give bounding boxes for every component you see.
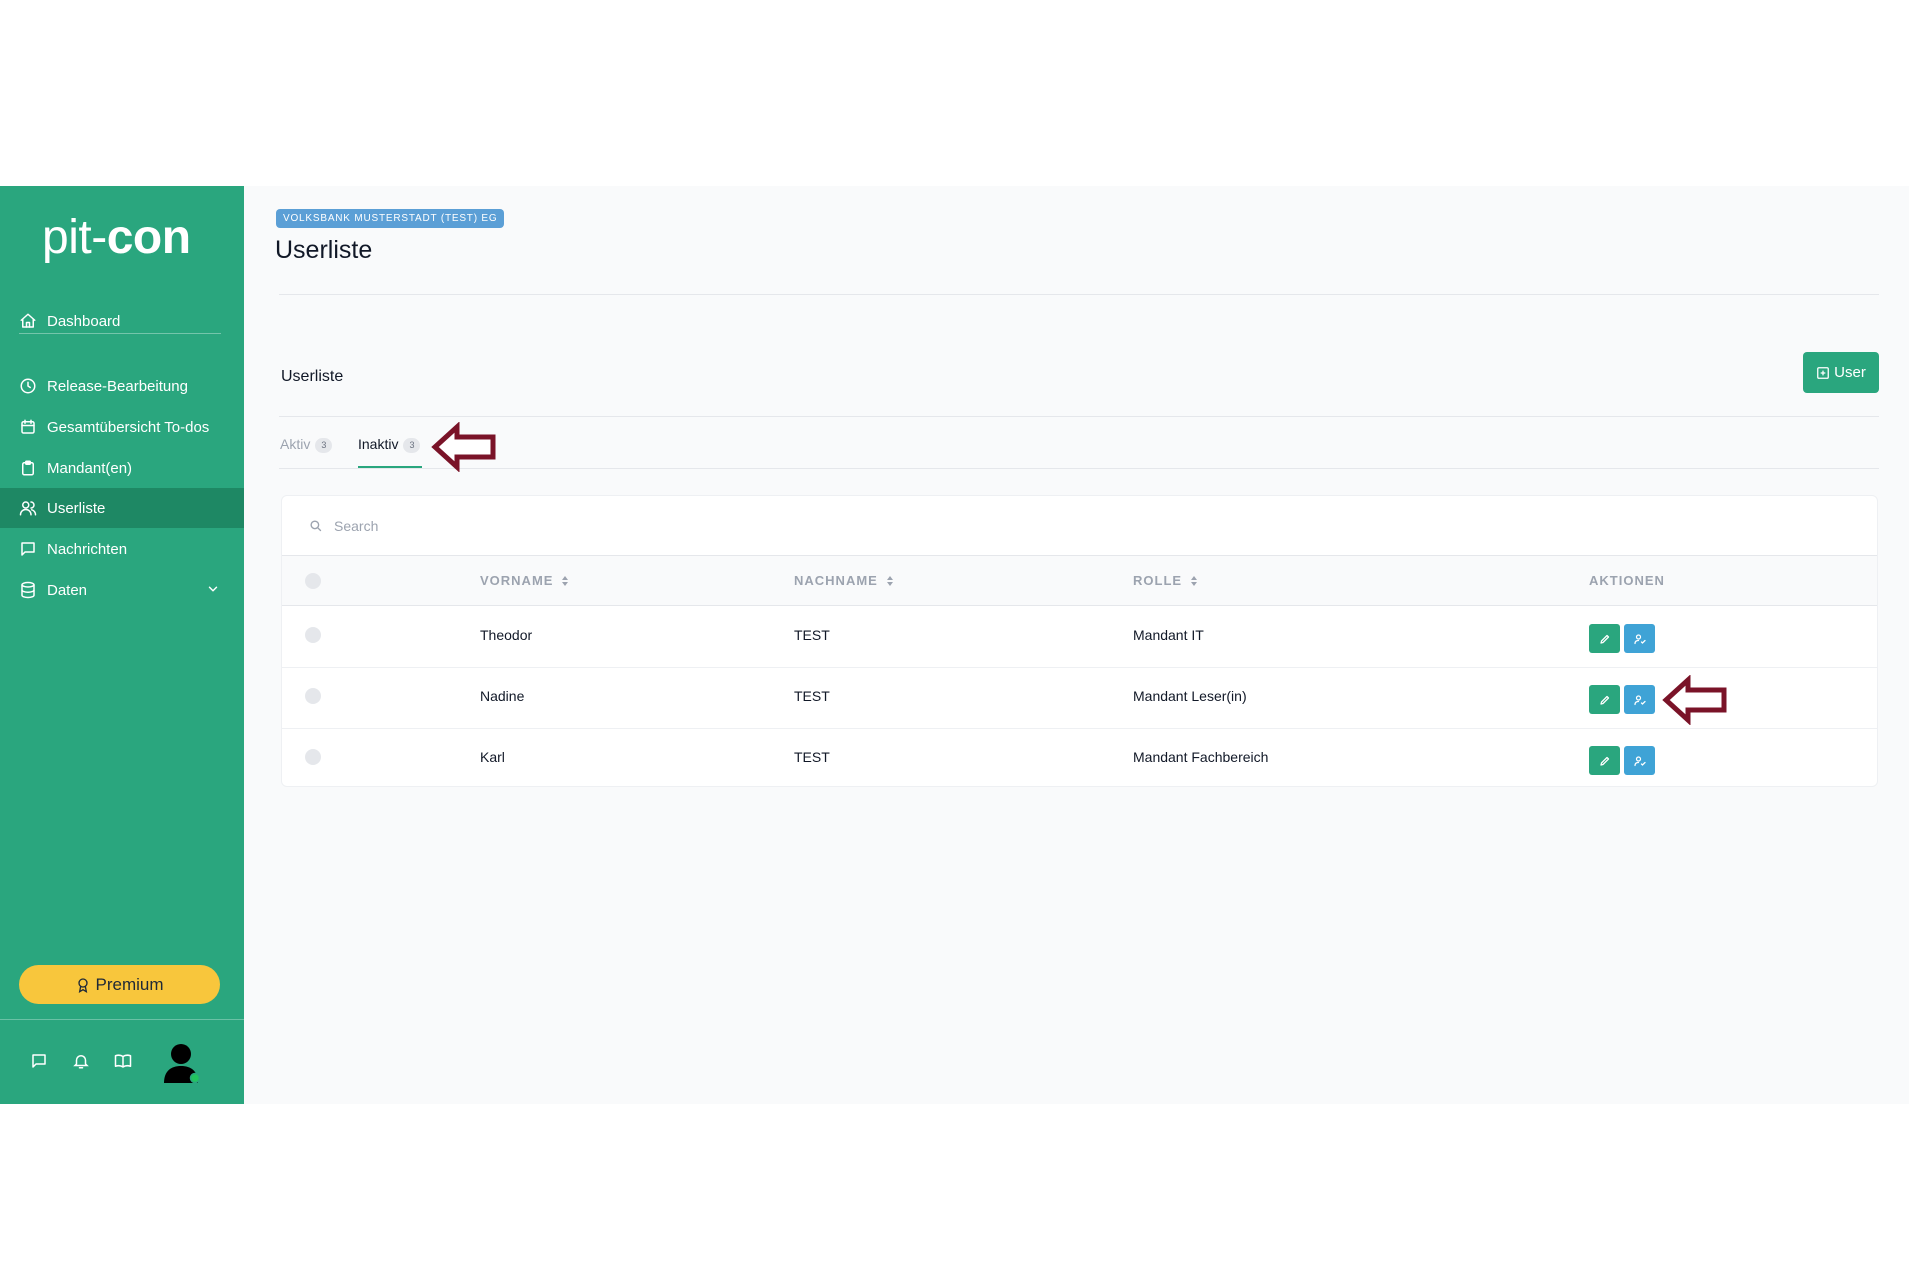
annotation-arrow-left-icon xyxy=(431,422,496,472)
bell-icon[interactable] xyxy=(72,1052,90,1070)
annotation-arrow-left-icon xyxy=(1662,675,1727,725)
tab-count-badge: 3 xyxy=(315,438,333,453)
database-icon xyxy=(19,581,37,599)
sidebar-item-label: Nachrichten xyxy=(47,540,128,558)
edit-button[interactable] xyxy=(1589,624,1620,653)
pencil-icon xyxy=(1599,695,1609,705)
main-content: VOLKSBANK MUSTERSTADT (TEST) EG Userlist… xyxy=(244,186,1909,1104)
activate-user-button[interactable] xyxy=(1624,685,1655,714)
cell-vorname: Nadine xyxy=(480,688,525,704)
sidebar-item-label: Release-Bearbeitung xyxy=(47,377,188,395)
pencil-icon xyxy=(1599,634,1609,644)
activate-user-button[interactable] xyxy=(1624,624,1655,653)
page-title: Userliste xyxy=(275,236,373,264)
sidebar-item-release-bearbeitung[interactable]: Release-Bearbeitung xyxy=(0,366,244,406)
user-table-card: VORNAME NACHNAME ROLLE AKTIONEN The xyxy=(281,495,1878,787)
cell-rolle: Mandant Fachbereich xyxy=(1133,749,1269,765)
tabs-divider xyxy=(279,468,1879,469)
tab-label: Aktiv xyxy=(280,436,311,452)
plus-square-icon xyxy=(1816,366,1830,380)
activate-user-button[interactable] xyxy=(1624,746,1655,775)
home-icon xyxy=(19,312,37,330)
table-row: Karl TEST Mandant Fachbereich xyxy=(282,729,1877,790)
sidebar-item-label: Mandant(en) xyxy=(47,459,133,477)
org-badge: VOLKSBANK MUSTERSTADT (TEST) EG xyxy=(276,209,505,228)
column-header-vorname[interactable]: VORNAME xyxy=(480,573,569,588)
tab-inaktiv[interactable]: Inaktiv 3 xyxy=(358,436,422,468)
premium-label: Premium xyxy=(95,974,164,994)
user-avatar[interactable] xyxy=(164,1043,201,1084)
chevron-down-icon xyxy=(206,582,220,596)
edit-button[interactable] xyxy=(1589,685,1620,714)
tab-label: Inaktiv xyxy=(358,436,399,452)
section-title: Userliste xyxy=(281,368,344,385)
cell-nachname: TEST xyxy=(794,749,830,765)
sidebar: pit-con Dashboard Release-Bearbeitung Ge… xyxy=(0,186,244,1104)
cell-vorname: Theodor xyxy=(480,627,533,643)
award-icon xyxy=(75,977,91,993)
cell-rolle: Mandant IT xyxy=(1133,627,1204,643)
sort-icon xyxy=(561,575,569,587)
sort-icon xyxy=(886,575,894,587)
column-header-aktionen: AKTIONEN xyxy=(1589,573,1665,588)
clipboard-icon xyxy=(19,459,37,477)
header-divider xyxy=(279,294,1879,295)
app-window: pit-con Dashboard Release-Bearbeitung Ge… xyxy=(0,186,1909,1104)
cell-nachname: TEST xyxy=(794,688,830,704)
chat-icon xyxy=(19,540,37,558)
sidebar-divider xyxy=(19,333,221,334)
sidebar-item-gesamtuebersicht[interactable]: Gesamtübersicht To-dos xyxy=(0,407,244,447)
sort-icon xyxy=(1190,575,1198,587)
table-header: VORNAME NACHNAME ROLLE AKTIONEN xyxy=(282,556,1877,606)
logo: pit-con xyxy=(42,211,191,264)
table-row: Nadine TEST Mandant Leser(in) xyxy=(282,668,1877,729)
edit-button[interactable] xyxy=(1589,746,1620,775)
row-checkbox[interactable] xyxy=(305,749,321,765)
calendar-icon xyxy=(19,418,37,436)
tab-aktiv[interactable]: Aktiv 3 xyxy=(280,436,333,468)
table-row: Theodor TEST Mandant IT xyxy=(282,607,1877,668)
column-header-rolle[interactable]: ROLLE xyxy=(1133,573,1198,588)
sidebar-bottom-divider xyxy=(0,1019,244,1020)
cell-rolle: Mandant Leser(in) xyxy=(1133,688,1247,704)
sidebar-item-label: Userliste xyxy=(47,499,106,517)
sidebar-item-userliste[interactable]: Userliste xyxy=(0,488,244,528)
tab-count-badge: 3 xyxy=(403,438,421,453)
premium-button[interactable]: Premium xyxy=(19,965,220,1004)
search-bar xyxy=(282,496,1877,556)
clock-icon xyxy=(19,377,37,395)
search-icon xyxy=(308,518,323,533)
cell-nachname: TEST xyxy=(794,627,830,643)
sidebar-item-label: Dashboard xyxy=(47,312,121,330)
add-user-label: User xyxy=(1834,364,1866,381)
select-all-checkbox[interactable] xyxy=(305,573,321,589)
column-header-nachname[interactable]: NACHNAME xyxy=(794,573,894,588)
cell-vorname: Karl xyxy=(480,749,505,765)
chat-icon[interactable] xyxy=(30,1052,48,1070)
sidebar-item-daten[interactable]: Daten xyxy=(0,570,244,610)
row-checkbox[interactable] xyxy=(305,688,321,704)
add-user-button[interactable]: User xyxy=(1803,352,1879,393)
sidebar-item-mandanten[interactable]: Mandant(en) xyxy=(0,448,244,488)
row-checkbox[interactable] xyxy=(305,627,321,643)
users-icon xyxy=(19,499,37,517)
sidebar-item-label: Daten xyxy=(47,581,88,599)
section-divider xyxy=(279,416,1879,417)
pencil-icon xyxy=(1599,756,1609,766)
sidebar-item-label: Gesamtübersicht To-dos xyxy=(47,418,210,436)
search-input[interactable] xyxy=(334,514,834,538)
user-check-icon xyxy=(1633,694,1646,705)
sidebar-item-nachrichten[interactable]: Nachrichten xyxy=(0,529,244,569)
user-check-icon xyxy=(1633,633,1646,644)
book-icon[interactable] xyxy=(114,1052,132,1070)
user-check-icon xyxy=(1633,755,1646,766)
sidebar-item-dashboard[interactable]: Dashboard xyxy=(0,301,244,341)
